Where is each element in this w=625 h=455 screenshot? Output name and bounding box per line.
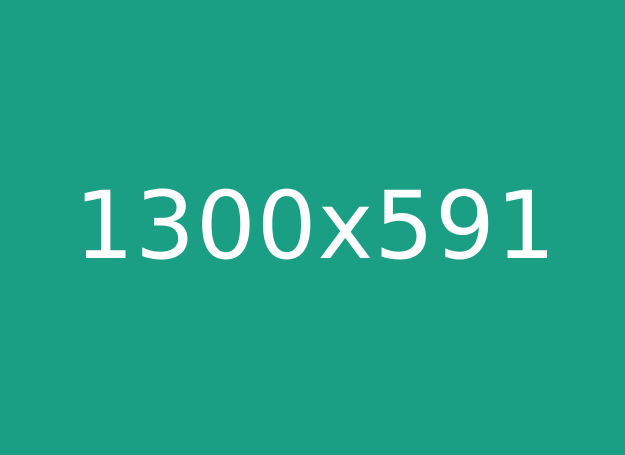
placeholder-dimensions-label: 1300x591	[74, 172, 557, 281]
placeholder-image: 1300x591	[0, 0, 625, 455]
